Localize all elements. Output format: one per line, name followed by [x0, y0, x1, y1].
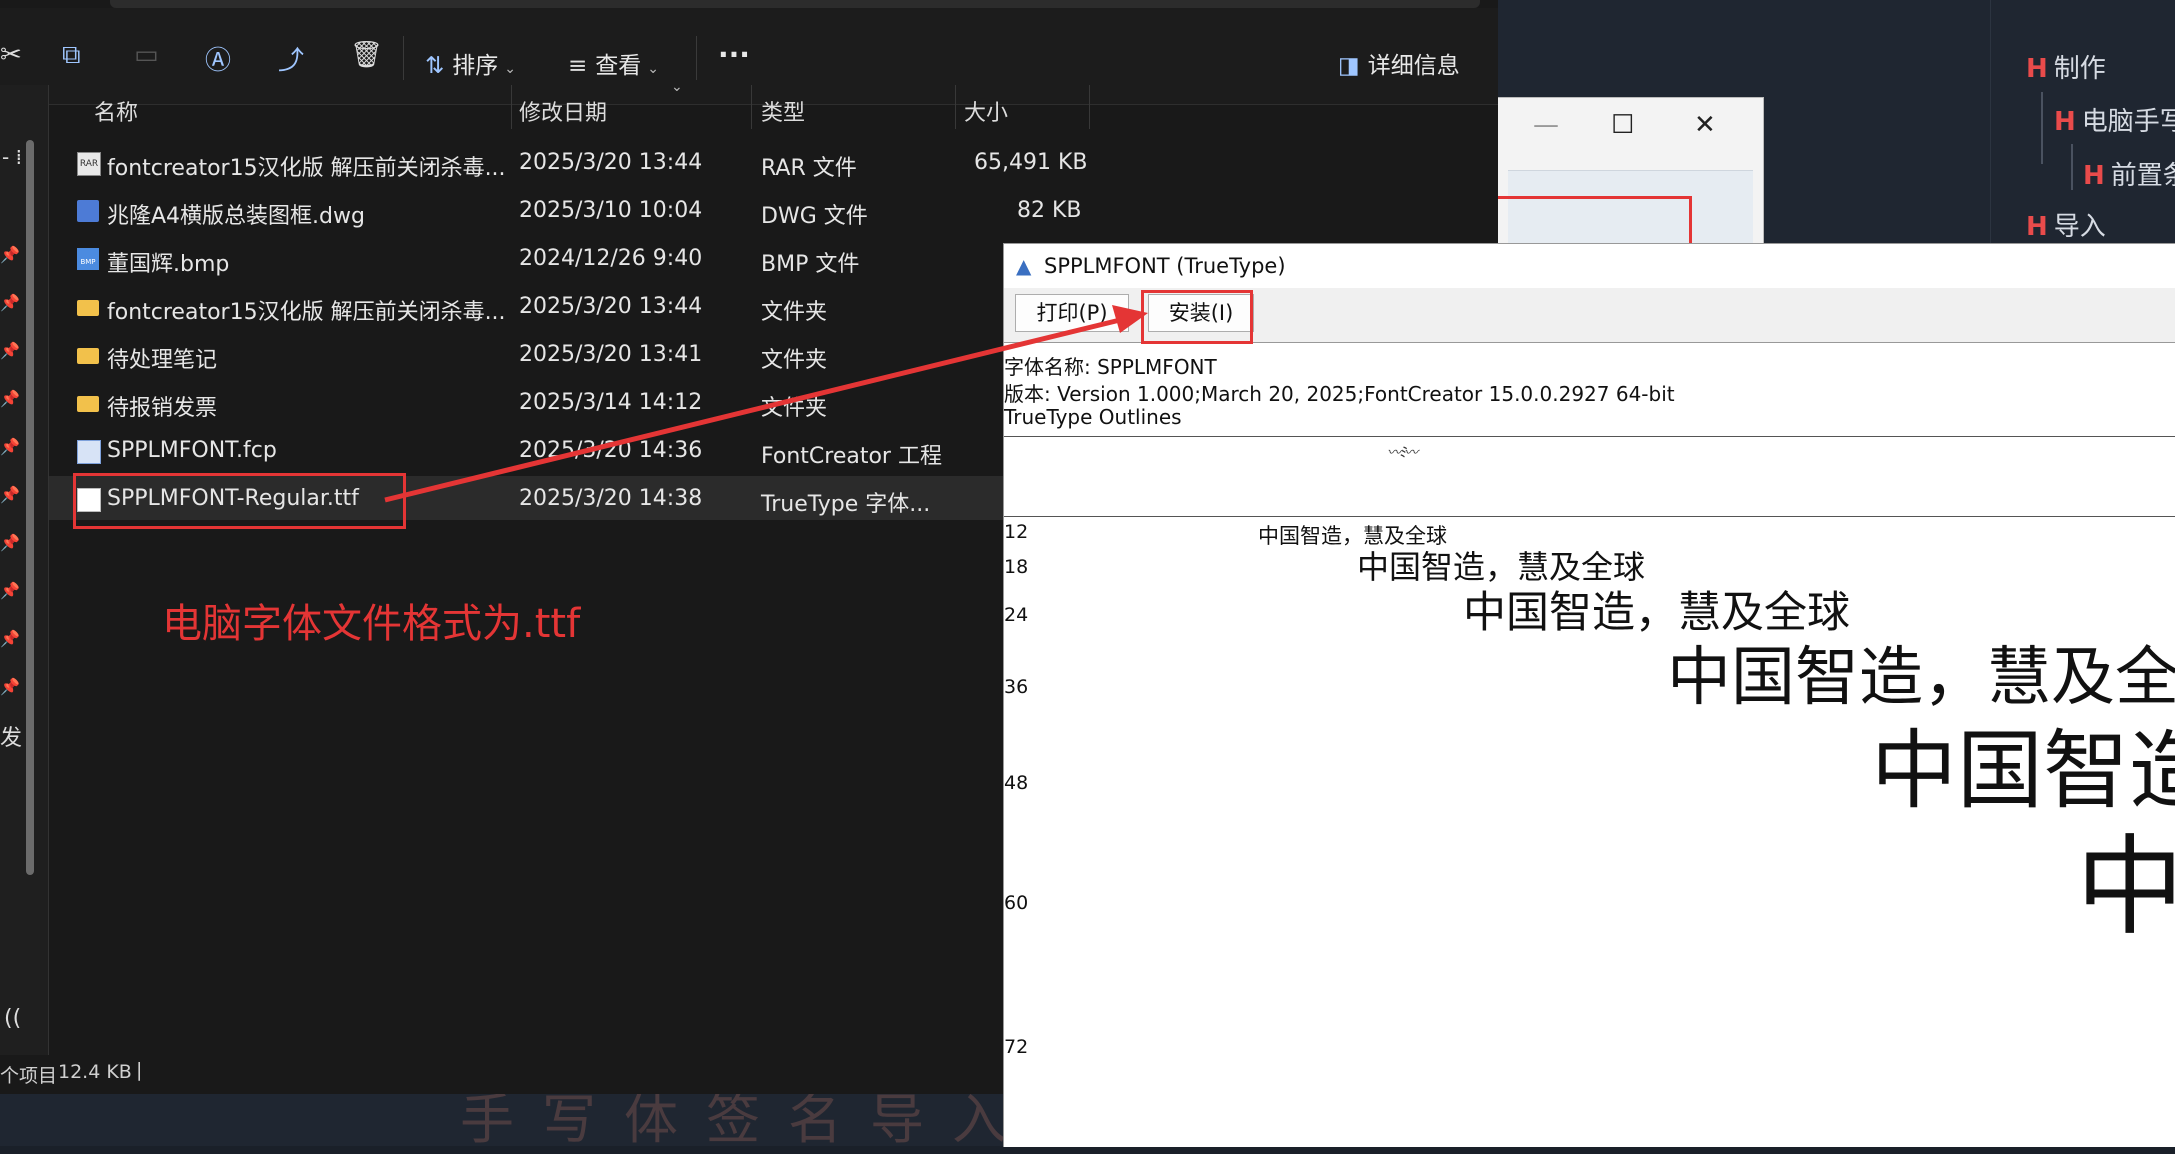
- red-arrow-annotation: [384, 305, 1148, 503]
